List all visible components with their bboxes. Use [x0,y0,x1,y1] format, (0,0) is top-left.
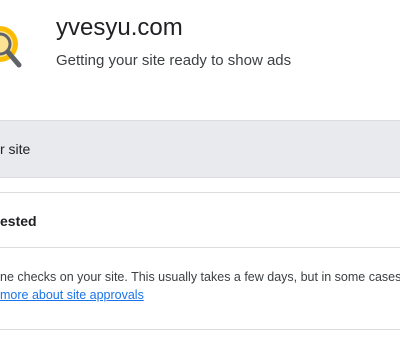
learn-more-link[interactable]: more about site approvals [0,288,144,302]
site-title: yvesyu.com [56,14,183,41]
site-subtitle: Getting your site ready to show ads [56,52,292,69]
step-label: ested [0,213,37,229]
magnifier-icon [0,26,22,68]
step-connect-site[interactable]: r site [0,120,400,178]
review-info-text: ne checks on your site. This usually tak… [0,270,400,284]
step-label: r site [0,141,31,157]
divider [0,329,400,330]
step-review-requested[interactable]: ested [0,192,400,248]
